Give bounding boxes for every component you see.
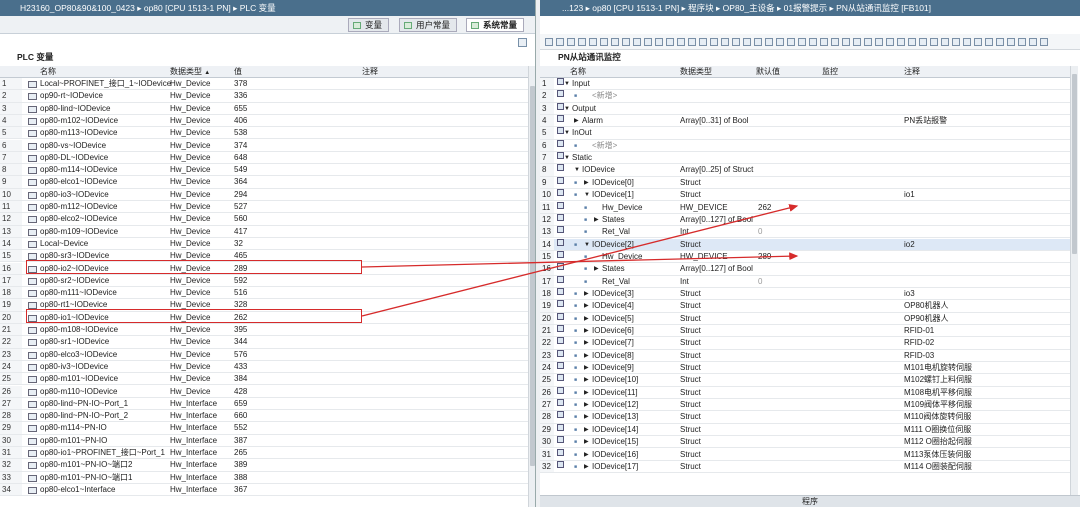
arrow-io1-to-hw-device bbox=[361, 204, 799, 317]
annotation-arrows bbox=[361, 204, 799, 317]
